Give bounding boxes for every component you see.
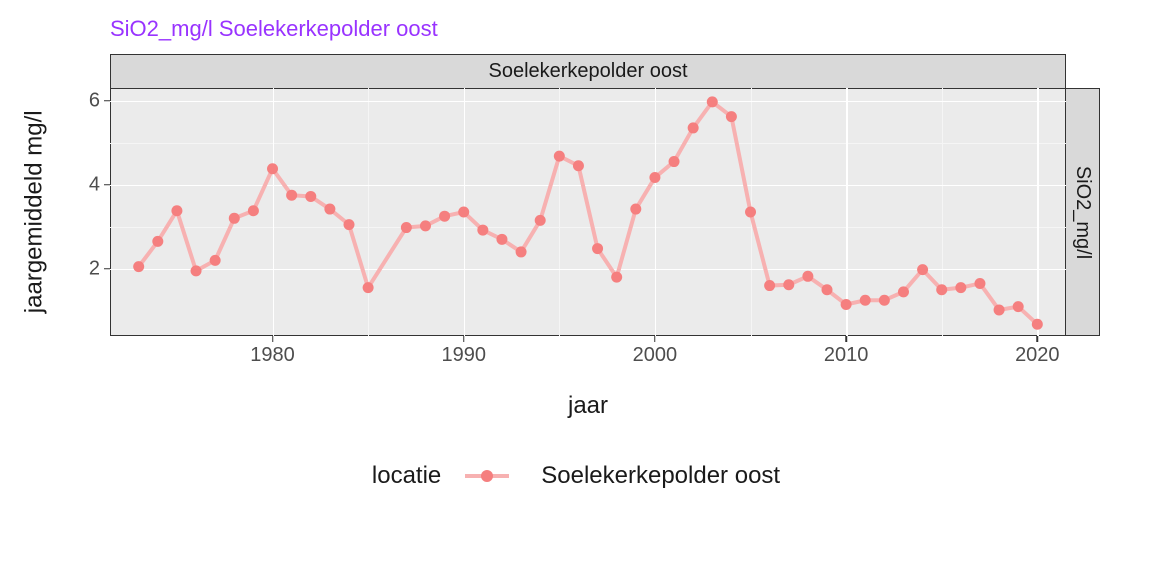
data-point <box>305 191 316 202</box>
data-point <box>822 284 833 295</box>
data-point <box>611 272 622 283</box>
data-point <box>286 190 297 201</box>
data-point <box>860 295 871 306</box>
legend-point-icon <box>481 470 493 482</box>
data-series <box>110 88 1066 336</box>
y-tick-label: 4 <box>89 173 110 196</box>
data-point <box>573 160 584 171</box>
data-point <box>994 304 1005 315</box>
data-point <box>477 225 488 236</box>
data-point <box>210 255 221 266</box>
data-point <box>516 246 527 257</box>
data-point <box>1013 301 1024 312</box>
x-tick-label: 1990 <box>441 336 486 367</box>
data-point <box>554 151 565 162</box>
x-tick-label: 2020 <box>1015 336 1060 367</box>
legend-line-icon <box>465 474 509 478</box>
data-point <box>649 172 660 183</box>
data-point <box>898 286 909 297</box>
data-point <box>535 215 546 226</box>
data-point <box>783 279 794 290</box>
data-point <box>229 213 240 224</box>
data-point <box>688 122 699 133</box>
data-point <box>458 207 469 218</box>
data-point <box>726 111 737 122</box>
chart-container: SiO2_mg/l Soelekerkepolder oost Soeleker… <box>0 0 1152 576</box>
chart-title: SiO2_mg/l Soelekerkepolder oost <box>110 16 438 42</box>
data-point <box>324 204 335 215</box>
data-point <box>420 220 431 231</box>
data-point <box>974 278 985 289</box>
data-point <box>171 205 182 216</box>
data-point <box>764 280 775 291</box>
data-point <box>802 271 813 282</box>
facet-strip-top: Soelekerkepolder oost <box>110 54 1066 88</box>
data-point <box>841 299 852 310</box>
data-point <box>248 205 259 216</box>
x-axis-title: jaar <box>110 392 1066 420</box>
data-point <box>133 261 144 272</box>
data-point <box>496 234 507 245</box>
data-point <box>439 211 450 222</box>
data-point <box>669 156 680 167</box>
data-point <box>936 284 947 295</box>
data-point <box>745 207 756 218</box>
y-tick-label: 6 <box>89 89 110 112</box>
data-point <box>401 222 412 233</box>
x-tick-label: 2010 <box>824 336 869 367</box>
data-point <box>152 236 163 247</box>
data-point <box>955 282 966 293</box>
y-axis-title: jaargemiddeld mg/l <box>14 88 54 336</box>
y-tick-label: 2 <box>89 257 110 280</box>
x-tick-label: 2000 <box>633 336 678 367</box>
facet-strip-right: SiO2_mg/l <box>1066 88 1100 336</box>
data-point <box>191 265 202 276</box>
facet-right-label: SiO2_mg/l <box>1071 165 1094 258</box>
facet-top-label: Soelekerkepolder oost <box>488 60 687 83</box>
data-point <box>630 204 641 215</box>
legend: locatie Soelekerkepolder oost <box>0 462 1152 490</box>
data-point <box>707 96 718 107</box>
data-point <box>879 295 890 306</box>
data-point <box>363 282 374 293</box>
data-point <box>917 264 928 275</box>
x-tick-label: 1980 <box>250 336 295 367</box>
data-point <box>344 219 355 230</box>
legend-swatch <box>465 474 509 478</box>
legend-title: locatie <box>372 462 441 490</box>
plot-panel: 24619801990200020102020 <box>110 88 1066 336</box>
data-point <box>592 243 603 254</box>
data-point <box>267 163 278 174</box>
legend-item-label: Soelekerkepolder oost <box>541 462 780 490</box>
data-point <box>1032 319 1043 330</box>
